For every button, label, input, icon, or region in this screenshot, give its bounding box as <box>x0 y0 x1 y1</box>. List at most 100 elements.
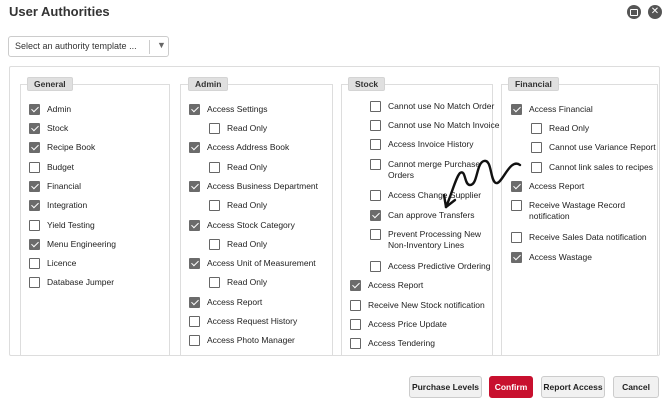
admin-item-access-business-department[interactable]: Access Business Department <box>189 181 318 192</box>
checkbox[interactable] <box>29 277 40 288</box>
stock-item-merge-purchase-orders[interactable]: Cannot merge Purchase Orders <box>370 159 482 181</box>
admin-item-access-settings[interactable]: Access Settings <box>189 104 267 115</box>
financial-item-read-only[interactable]: Read Only <box>531 123 589 134</box>
admin-item-access-request-history[interactable]: Access Request History <box>189 316 297 327</box>
window-restore-icon[interactable] <box>627 5 641 19</box>
checkbox[interactable] <box>209 162 220 173</box>
general-item-admin[interactable]: Admin <box>29 104 71 115</box>
checkbox-label: Read Only <box>227 239 268 249</box>
checkbox-label: Read Only <box>227 200 268 210</box>
general-item-menu-engineering[interactable]: Menu Engineering <box>29 239 116 250</box>
stock-item-change-supplier[interactable]: Access Change Supplier <box>370 190 481 201</box>
checkbox[interactable] <box>370 261 381 272</box>
admin-item-access-unit-of-measurement[interactable]: Access Unit of Measurement <box>189 258 316 269</box>
admin-item-unit-read-only[interactable]: Read Only <box>209 277 267 288</box>
general-item-stock[interactable]: Stock <box>29 123 68 134</box>
checkbox[interactable] <box>531 142 542 153</box>
checkbox[interactable] <box>29 220 40 231</box>
general-item-budget[interactable]: Budget <box>29 162 74 173</box>
financial-header: Financial <box>508 77 559 91</box>
stock-item-no-match-invoice[interactable]: Cannot use No Match Invoice <box>370 120 500 131</box>
checkbox[interactable] <box>370 190 381 201</box>
admin-item-access-stock-category[interactable]: Access Stock Category <box>189 220 295 231</box>
stock-item-price-update[interactable]: Access Price Update <box>350 319 447 330</box>
checkbox-label: Cannot link sales to recipes <box>549 162 653 172</box>
financial-item-variance-report[interactable]: Cannot use Variance Report <box>531 142 656 153</box>
checkbox[interactable] <box>209 123 220 134</box>
stock-item-invoice-history[interactable]: Access Invoice History <box>370 139 474 150</box>
financial-item-access-financial[interactable]: Access Financial <box>511 104 593 115</box>
admin-item-settings-read-only[interactable]: Read Only <box>209 123 267 134</box>
financial-item-wastage-notification[interactable]: Receive Wastage Record notification <box>511 200 649 222</box>
authority-template-select[interactable]: Select an authority template ... ▼ <box>8 36 169 57</box>
financial-item-access-wastage[interactable]: Access Wastage <box>511 252 592 263</box>
checkbox[interactable] <box>350 280 361 291</box>
checkbox[interactable] <box>370 159 381 170</box>
admin-item-category-read-only[interactable]: Read Only <box>209 239 267 250</box>
checkbox[interactable] <box>511 181 522 192</box>
stock-item-access-report[interactable]: Access Report <box>350 280 423 291</box>
checkbox[interactable] <box>531 123 542 134</box>
stock-item-new-stock-notification[interactable]: Receive New Stock notification <box>350 300 485 311</box>
checkbox[interactable] <box>370 139 381 150</box>
report-access-button[interactable]: Report Access <box>541 376 605 398</box>
checkbox[interactable] <box>511 200 522 211</box>
checkbox[interactable] <box>189 220 200 231</box>
financial-item-link-sales[interactable]: Cannot link sales to recipes <box>531 162 653 173</box>
checkbox[interactable] <box>29 162 40 173</box>
general-item-financial[interactable]: Financial <box>29 181 81 192</box>
checkbox[interactable] <box>370 120 381 131</box>
confirm-button[interactable]: Confirm <box>489 376 533 398</box>
admin-item-access-address-book[interactable]: Access Address Book <box>189 142 289 153</box>
stock-item-predictive-ordering[interactable]: Access Predictive Ordering <box>370 261 491 272</box>
general-item-licence[interactable]: Licence <box>29 258 76 269</box>
checkbox[interactable] <box>29 200 40 211</box>
checkbox[interactable] <box>511 252 522 263</box>
purchase-levels-button[interactable]: Purchase Levels <box>409 376 482 398</box>
checkbox[interactable] <box>209 239 220 250</box>
checkbox[interactable] <box>370 101 381 112</box>
financial-item-sales-data-notification[interactable]: Receive Sales Data notification <box>511 232 647 243</box>
checkbox[interactable] <box>350 300 361 311</box>
checkbox[interactable] <box>511 104 522 115</box>
checkbox[interactable] <box>370 229 381 240</box>
close-icon[interactable]: ✕ <box>648 5 662 19</box>
checkbox-label: Licence <box>47 258 77 268</box>
checkbox[interactable] <box>29 142 40 153</box>
checkbox[interactable] <box>29 123 40 134</box>
stock-item-prevent-non-inventory[interactable]: Prevent Processing New Non-Inventory Lin… <box>370 229 482 251</box>
cancel-button[interactable]: Cancel <box>613 376 659 398</box>
checkbox[interactable] <box>29 181 40 192</box>
checkbox[interactable] <box>29 258 40 269</box>
stock-item-tendering[interactable]: Access Tendering <box>350 338 435 349</box>
checkbox[interactable] <box>189 335 200 346</box>
chevron-down-icon[interactable]: ▼ <box>157 40 166 50</box>
checkbox[interactable] <box>370 210 381 221</box>
checkbox[interactable] <box>29 104 40 115</box>
checkbox[interactable] <box>350 338 361 349</box>
checkbox-label: Access Financial <box>529 104 593 114</box>
general-item-recipe-book[interactable]: Recipe Book <box>29 142 95 153</box>
checkbox[interactable] <box>189 142 200 153</box>
checkbox[interactable] <box>29 239 40 250</box>
checkbox[interactable] <box>189 104 200 115</box>
general-item-database-jumper[interactable]: Database Jumper <box>29 277 114 288</box>
checkbox[interactable] <box>189 181 200 192</box>
stock-item-approve-transfers[interactable]: Can approve Transfers <box>370 210 474 221</box>
checkbox[interactable] <box>189 297 200 308</box>
checkbox[interactable] <box>350 319 361 330</box>
checkbox[interactable] <box>209 277 220 288</box>
general-item-integration[interactable]: Integration <box>29 200 87 211</box>
general-item-yield-testing[interactable]: Yield Testing <box>29 220 95 231</box>
financial-item-access-report[interactable]: Access Report <box>511 181 584 192</box>
checkbox[interactable] <box>189 258 200 269</box>
admin-item-address-read-only[interactable]: Read Only <box>209 162 267 173</box>
stock-item-no-match-order[interactable]: Cannot use No Match Order <box>370 101 494 112</box>
admin-item-access-report[interactable]: Access Report <box>189 297 262 308</box>
checkbox[interactable] <box>209 200 220 211</box>
admin-item-business-read-only[interactable]: Read Only <box>209 200 267 211</box>
checkbox[interactable] <box>531 162 542 173</box>
checkbox[interactable] <box>189 316 200 327</box>
admin-item-access-photo-manager[interactable]: Access Photo Manager <box>189 335 295 346</box>
checkbox[interactable] <box>511 232 522 243</box>
